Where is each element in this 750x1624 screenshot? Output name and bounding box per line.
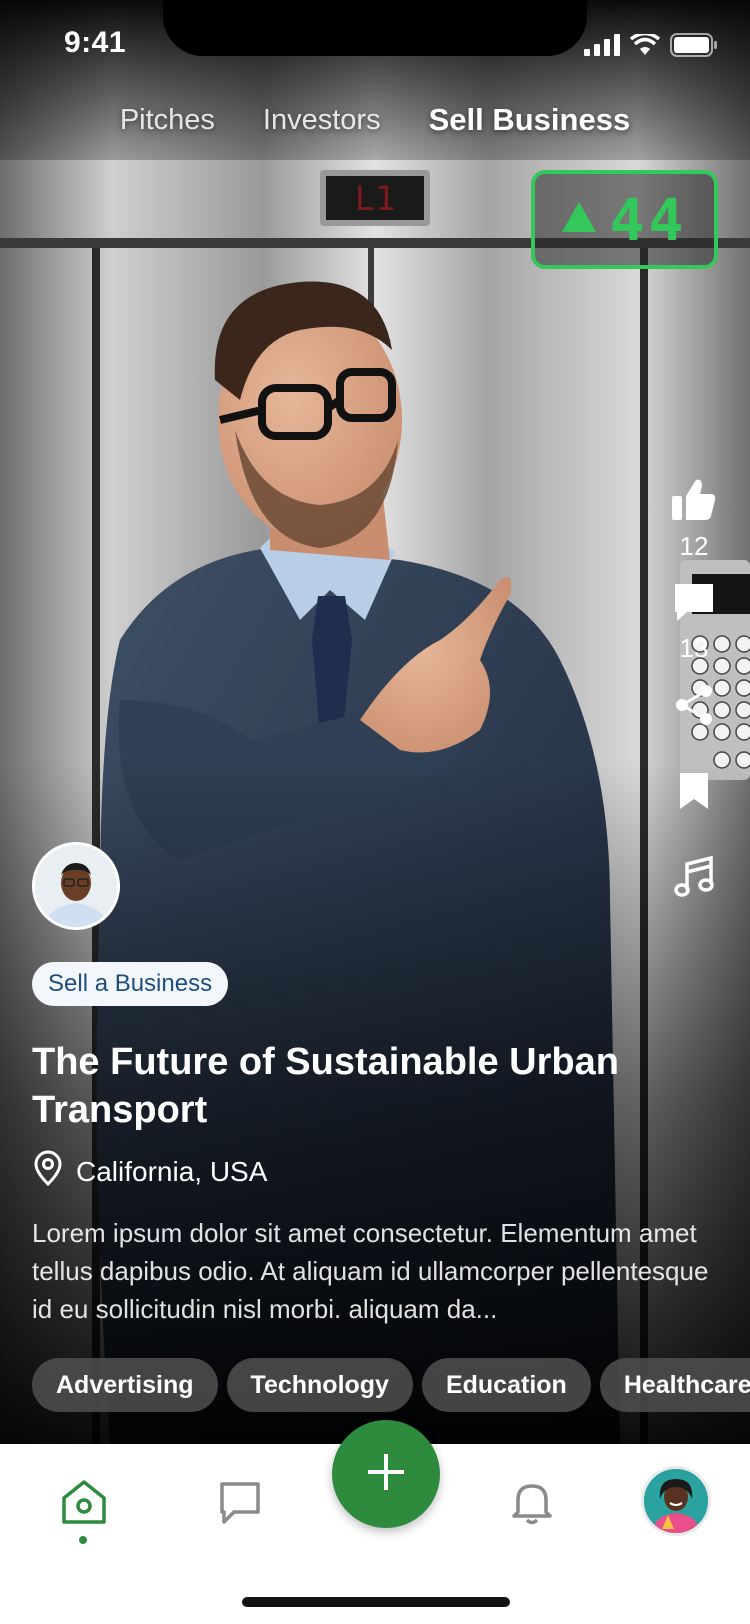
thumbs-up-icon bbox=[672, 478, 716, 525]
top-tabs: Pitches Investors Sell Business bbox=[0, 90, 750, 150]
tag-healthcare[interactable]: Healthcare bbox=[599, 1358, 750, 1412]
battery-icon bbox=[670, 33, 718, 62]
nav-notifications[interactable] bbox=[502, 1474, 562, 1534]
nav-chat[interactable] bbox=[210, 1474, 270, 1534]
location: California, USA bbox=[32, 1150, 267, 1193]
notch bbox=[163, 0, 587, 56]
like-button[interactable]: 12 bbox=[668, 478, 720, 562]
wifi-icon bbox=[629, 31, 661, 61]
like-count: 12 bbox=[679, 531, 709, 561]
add-button[interactable] bbox=[332, 1420, 440, 1528]
active-indicator bbox=[79, 1536, 87, 1544]
signal-icon bbox=[584, 34, 620, 61]
status-time: 9:41 bbox=[64, 26, 127, 59]
tag-education[interactable]: Education bbox=[421, 1358, 591, 1412]
tag-technology[interactable]: Technology bbox=[226, 1358, 413, 1412]
comment-icon bbox=[673, 582, 715, 627]
category-pill[interactable]: Sell a Business bbox=[32, 962, 229, 1006]
comment-button[interactable]: 13 bbox=[668, 582, 720, 664]
post-description[interactable]: Lorem ipsum dolor sit amet consectetur. … bbox=[32, 1214, 722, 1328]
tag-list: Advertising Technology Education Healthc… bbox=[32, 1358, 750, 1412]
bell-icon bbox=[508, 1478, 556, 1531]
tab-pitches[interactable]: Pitches bbox=[120, 104, 215, 137]
tab-investors[interactable]: Investors bbox=[263, 104, 381, 137]
creator-avatar[interactable] bbox=[32, 842, 120, 930]
location-pin-icon bbox=[32, 1150, 64, 1193]
nav-home[interactable] bbox=[54, 1474, 114, 1534]
arrow-up-icon bbox=[561, 202, 596, 237]
home-indicator bbox=[242, 1597, 510, 1607]
bookmark-icon bbox=[678, 771, 710, 816]
tab-sell-business[interactable]: Sell Business bbox=[429, 102, 631, 138]
add-icon bbox=[366, 1452, 406, 1497]
post-title: The Future of Sustainable Urban Transpor… bbox=[32, 1041, 619, 1131]
floor-display: 44 bbox=[531, 170, 718, 269]
action-rail: 12 13 bbox=[668, 478, 720, 923]
tag-advertising[interactable]: Advertising bbox=[32, 1358, 218, 1412]
share-icon bbox=[674, 684, 714, 731]
status-icons bbox=[584, 31, 718, 62]
music-icon bbox=[673, 855, 715, 903]
comment-count: 13 bbox=[679, 633, 709, 663]
share-button[interactable] bbox=[668, 684, 720, 731]
bookmark-button[interactable] bbox=[668, 771, 720, 816]
home-icon bbox=[60, 1478, 108, 1531]
profile-avatar[interactable] bbox=[641, 1466, 711, 1536]
floor-number: 44 bbox=[609, 185, 688, 254]
music-button[interactable] bbox=[668, 855, 720, 903]
location-text: California, USA bbox=[76, 1155, 268, 1187]
chat-icon bbox=[216, 1478, 264, 1531]
status-bar: 9:41 bbox=[0, 0, 750, 90]
svg-text:L1: L1 bbox=[355, 179, 396, 219]
